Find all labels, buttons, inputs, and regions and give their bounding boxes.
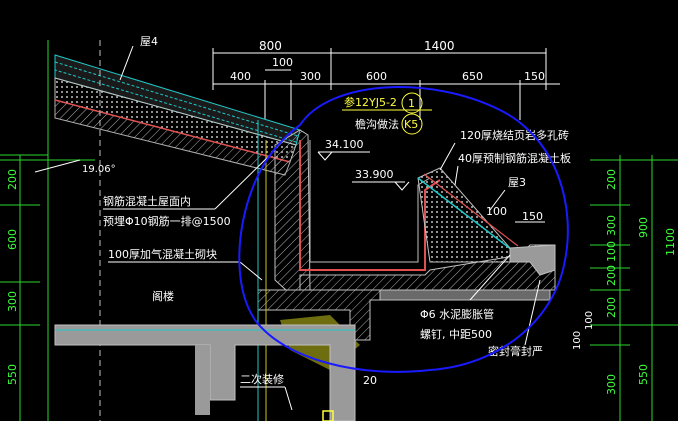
dim-400: 400 — [230, 70, 251, 83]
sloped-roof: 屋4 19.06° — [34, 35, 301, 421]
dim-right-550: 550 — [637, 364, 650, 385]
cad-drawing-viewport[interactable]: 800 1400 100 400 300 600 650 150 200 600… — [0, 0, 678, 421]
dim-650: 650 — [462, 70, 483, 83]
left-annotations: 钢筋混凝土屋面内 预埋Φ10钢筋一排@1500 100厚加气混凝土砌块 阁楼 — [103, 149, 276, 303]
label-pipe: Φ6 水泥膨胀管 — [420, 307, 494, 321]
lower-structure: 二次装修 20 — [54, 324, 377, 421]
dim-600: 600 — [366, 70, 387, 83]
label-roof3: 屋3 — [508, 176, 526, 189]
label-block: 100厚加气混凝土砌块 — [108, 247, 217, 261]
dim-100: 100 — [272, 56, 293, 69]
dim-right-300: 300 — [605, 215, 618, 236]
label-gap100: 100 — [486, 205, 507, 218]
dim-1400: 1400 — [424, 39, 455, 53]
label-roof4: 屋4 — [140, 35, 158, 48]
ref-num: 1 — [408, 97, 415, 110]
dim-300: 300 — [300, 70, 321, 83]
dim-right-900: 900 — [637, 217, 650, 238]
dim-150: 150 — [524, 70, 545, 83]
dim-left-550: 550 — [6, 364, 19, 385]
gutter-section — [257, 120, 556, 421]
ref-code: 参12YJ5-2 — [344, 95, 397, 109]
dim-right-200a: 200 — [605, 169, 618, 190]
dim-right-200b: 200 — [605, 265, 618, 286]
ref-sub: K5 — [404, 118, 418, 131]
label-finish: 二次装修 — [240, 372, 284, 386]
dim-left-600: 600 — [6, 229, 19, 250]
label-rebar: 预埋Φ10钢筋一排@1500 — [103, 214, 231, 228]
label-elev1: 34.100 — [325, 138, 364, 151]
dim-left-200: 200 — [6, 169, 19, 190]
dim-right-1100: 1100 — [664, 228, 677, 256]
label-elev2: 33.900 — [355, 168, 394, 181]
dim-right-100: 100 — [605, 241, 618, 262]
dim-right-100b: 100 — [584, 311, 595, 330]
label-room: 阁楼 — [152, 289, 174, 303]
dim-right-200c: 200 — [605, 297, 618, 318]
label-tile: 120厚烧结页岩多孔砖 — [460, 128, 569, 142]
cad-drawing: 800 1400 100 400 300 600 650 150 200 600… — [0, 35, 678, 421]
label-gap150: 150 — [522, 210, 543, 223]
dim-800: 800 — [259, 39, 282, 53]
label-angle: 19.06° — [82, 164, 116, 175]
label-precast: 40厚预制钢筋混凝土板 — [458, 151, 571, 165]
ref-desc: 檐沟做法 — [355, 117, 399, 131]
label-gap20: 20 — [363, 374, 377, 387]
label-slab: 钢筋混凝土屋面内 — [103, 194, 191, 208]
dim-right-100a: 100 — [572, 331, 583, 350]
label-bolt: 螺钉, 中距500 — [420, 328, 492, 341]
right-dimensions: 200 300 100 200 200 300 900 1100 550 100… — [572, 155, 678, 421]
dim-right-300b: 300 — [605, 374, 618, 395]
dim-left-300: 300 — [6, 291, 19, 312]
